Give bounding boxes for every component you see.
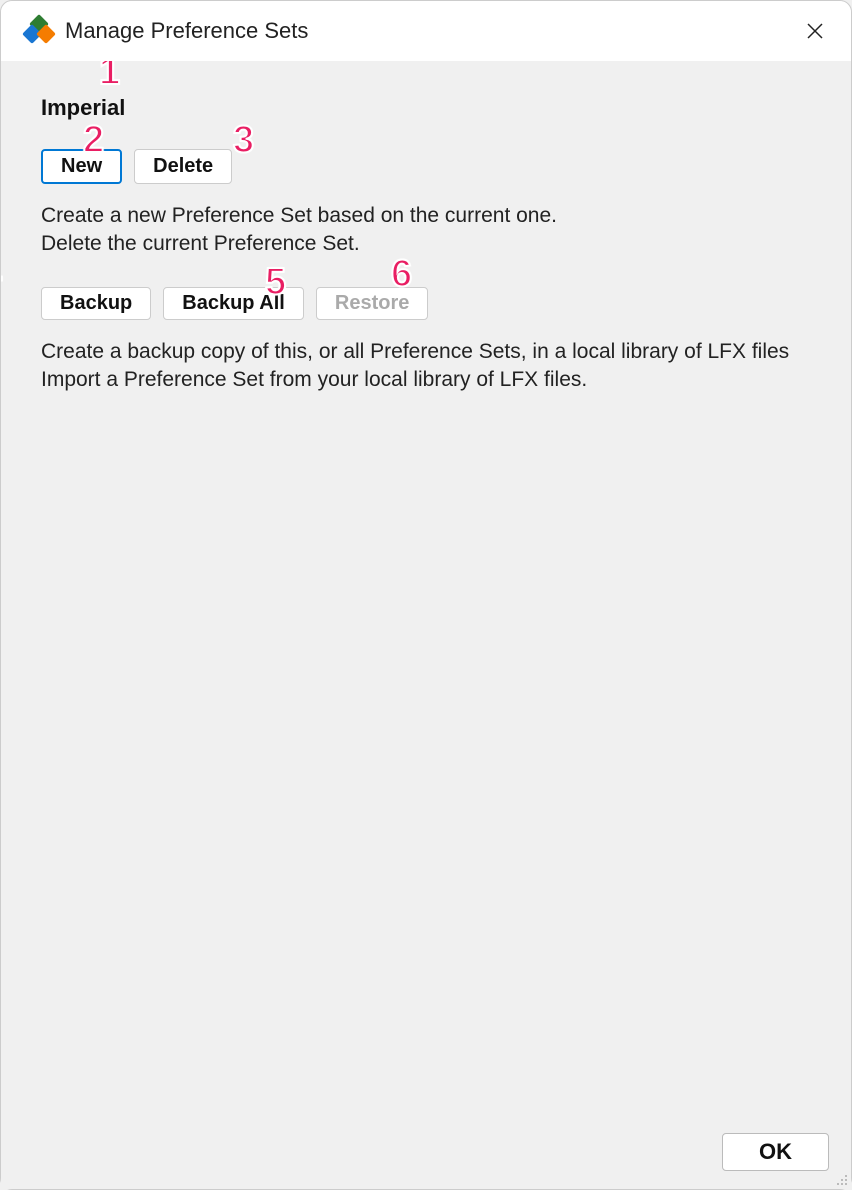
backup-button[interactable]: Backup [41, 287, 151, 320]
restore-button[interactable]: Restore [316, 287, 428, 320]
ok-button[interactable]: OK [722, 1133, 829, 1171]
annotation-4: 4 [1, 253, 2, 296]
close-icon [805, 21, 825, 41]
current-set-label: Imperial [41, 95, 851, 121]
description-newdelete: Create a new Preference Set based on the… [41, 202, 851, 259]
annotation-1: 1 [99, 61, 120, 94]
window-title: Manage Preference Sets [65, 18, 795, 44]
footer: OK [722, 1133, 829, 1171]
backup-all-button[interactable]: Backup All [163, 287, 304, 320]
resize-grip[interactable] [833, 1171, 847, 1185]
button-row-newdelete: New Delete [41, 149, 851, 184]
desc-line: Create a new Preference Set based on the… [41, 202, 851, 230]
new-button[interactable]: New [41, 149, 122, 184]
desc-line: Import a Preference Set from your local … [41, 366, 851, 394]
button-row-backup: Backup Backup All Restore [41, 287, 851, 320]
desc-line: Create a backup copy of this, or all Pre… [41, 338, 851, 366]
description-backup: Create a backup copy of this, or all Pre… [41, 338, 851, 395]
dialog-window: Manage Preference Sets Imperial New Dele… [0, 0, 852, 1190]
delete-button[interactable]: Delete [134, 149, 232, 184]
desc-line: Delete the current Preference Set. [41, 230, 851, 258]
close-button[interactable] [795, 11, 835, 51]
app-icon [25, 17, 53, 45]
titlebar: Manage Preference Sets [1, 1, 851, 61]
content-area: Imperial New Delete Create a new Prefere… [1, 61, 851, 1189]
